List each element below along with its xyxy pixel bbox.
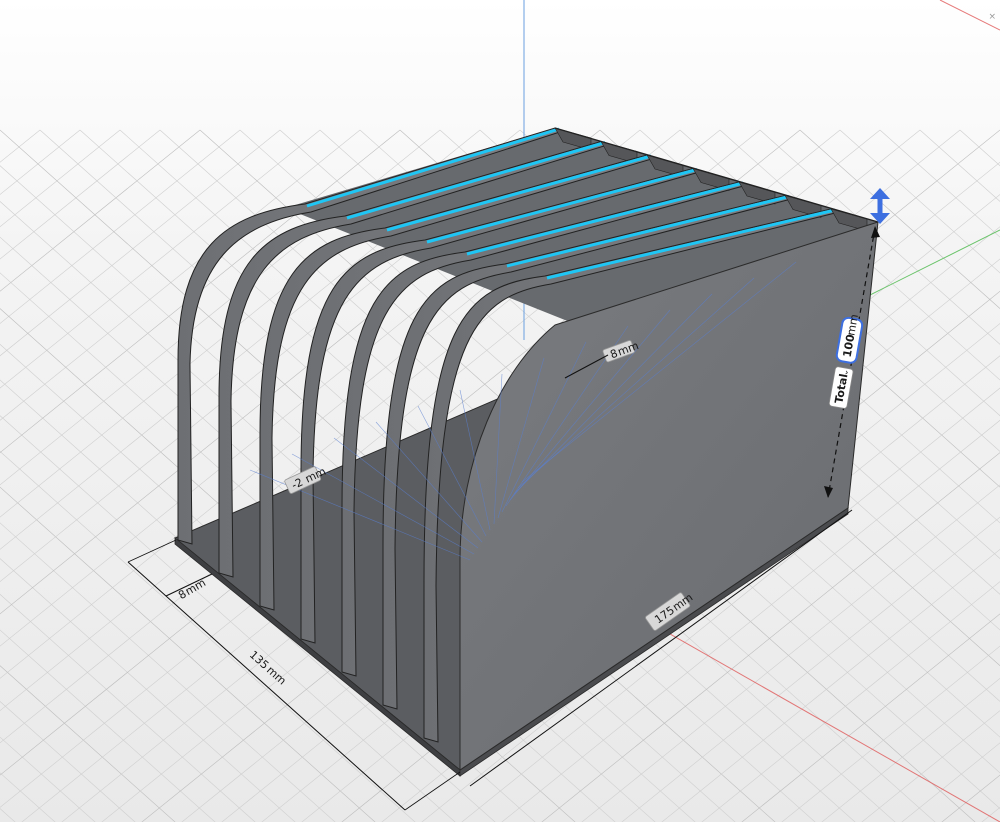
svg-text:mm: mm — [264, 664, 289, 688]
grid-line — [901, 742, 1000, 822]
close-icon[interactable]: × — [988, 12, 996, 22]
grid-line — [0, 129, 201, 292]
double-arrow-vertical-icon[interactable] — [870, 188, 890, 224]
grid-line — [879, 129, 1000, 238]
spacing-dimension-label: 8 mm — [176, 576, 208, 602]
grid-line — [0, 129, 41, 163]
width-extension-a — [127, 539, 177, 563]
grid-line — [0, 129, 161, 260]
grid-line — [0, 808, 16, 822]
side-panel[interactable] — [459, 221, 879, 771]
grid-line — [0, 736, 96, 822]
grid-line — [0, 772, 56, 822]
grid-line — [0, 129, 121, 228]
grid-line — [941, 774, 1000, 822]
3d-viewport[interactable]: Total ⌄ 100 mm 135 mm 8 mm 175 mm -2 mm … — [0, 0, 1000, 822]
grid-line — [919, 129, 1000, 202]
grid-line — [0, 701, 136, 822]
grid-line — [959, 129, 1000, 167]
scene-canvas[interactable]: Total ⌄ 100 mm 135 mm 8 mm 175 mm -2 mm … — [0, 0, 1000, 822]
grid-line — [0, 129, 81, 195]
grid-line — [981, 807, 1000, 822]
width-extension-b — [404, 771, 461, 811]
svg-text:mm: mm — [183, 576, 208, 598]
